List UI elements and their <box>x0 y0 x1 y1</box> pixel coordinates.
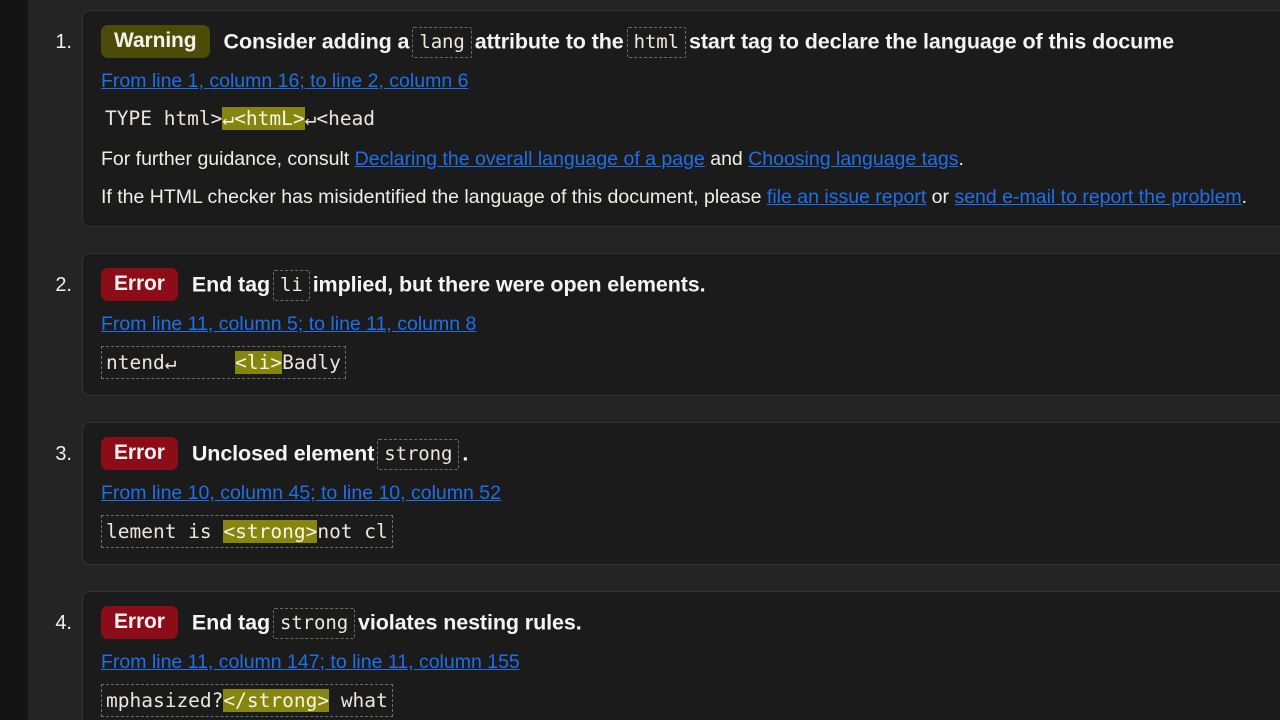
message-text-fragment: End tag <box>191 610 270 635</box>
severity-badge-error: Error <box>101 437 178 470</box>
paragraph-text: or <box>926 186 955 208</box>
paragraph-text: For further guidance, consult <box>101 148 355 170</box>
validation-message: 2. Error End tag li implied, but there were … <box>28 253 1280 396</box>
paragraph-text: If the HTML checker has misidentified th… <box>101 186 767 208</box>
message-headline: Error Unclosed element strong. <box>101 437 1268 470</box>
page-left-gutter <box>0 0 28 720</box>
inline-code-chip: strong <box>273 607 356 639</box>
validation-message: 4. Error End tag strong violates nesting rul… <box>28 591 1280 720</box>
message-text-fragment: implied, but there were open elements. <box>312 272 706 297</box>
extract-before: lement is <box>106 520 224 543</box>
severity-badge-error: Error <box>101 606 178 639</box>
message-index: 4. <box>55 612 72 634</box>
source-extract: lement is <strong>not cl <box>101 515 393 548</box>
message-text-fragment: Unclosed element <box>191 441 375 466</box>
source-location-link[interactable]: From line 11, column 147; to line 11, co… <box>101 651 520 673</box>
message-card: Error End tag li implied, but there were op… <box>82 253 1280 396</box>
inline-code-chip: li <box>273 269 310 301</box>
source-location-link[interactable]: From line 1, column 16; to line 2, colum… <box>101 70 468 92</box>
message-text-fragment: . <box>462 441 469 466</box>
message-card: Error End tag strong violates nesting rules… <box>82 591 1280 720</box>
message-headline: Error End tag li implied, but there were op… <box>101 268 1268 301</box>
source-location-line: From line 11, column 147; to line 11, co… <box>101 650 1268 674</box>
message-text-fragment: Consider adding a <box>223 29 410 54</box>
message-text-fragment: attribute to the <box>474 29 624 54</box>
source-location-link[interactable]: From line 10, column 45; to line 10, col… <box>101 482 501 504</box>
message-text-fragment: End tag <box>191 272 270 297</box>
source-location-link[interactable]: From line 11, column 5; to line 11, colu… <box>101 313 476 335</box>
message-body: For further guidance, consult Declaring … <box>101 146 1268 210</box>
message-headline: Warning Consider adding a lang attribute to… <box>101 25 1268 58</box>
guidance-link[interactable]: Declaring the overall language of a page <box>355 148 705 170</box>
source-extract: TYPE html>↵<htmL>↵<head <box>101 103 379 134</box>
source-location-line: From line 11, column 5; to line 11, colu… <box>101 312 1268 336</box>
extract-after: not cl <box>317 520 388 543</box>
extract-after: ↵<head <box>304 107 376 130</box>
source-location-line: From line 1, column 16; to line 2, colum… <box>101 69 1268 93</box>
source-extract: ntend↵ <li>Badly <box>101 346 346 379</box>
extract-after: Badly <box>282 351 341 374</box>
guidance-link[interactable]: file an issue report <box>767 186 926 208</box>
severity-badge-warning: Warning <box>101 25 210 58</box>
extract-after: what <box>329 689 388 712</box>
inline-code-chip: html <box>626 26 686 58</box>
validator-results-page: 1. Warning Consider adding a lang attribute … <box>0 0 1280 720</box>
message-paragraph: If the HTML checker has misidentified th… <box>101 184 1268 210</box>
guidance-link[interactable]: send e-mail to report the problem <box>954 186 1241 208</box>
extract-before: ntend↵ <box>106 351 236 374</box>
message-index: 1. <box>55 31 72 53</box>
message-card: Error Unclosed element strong. From line 10… <box>82 422 1280 565</box>
validation-results-pane: 1. Warning Consider adding a lang attribute … <box>28 0 1280 720</box>
extract-highlight: <li> <box>235 351 283 374</box>
message-index: 3. <box>55 443 72 465</box>
message-card: Warning Consider adding a lang attribute to… <box>82 10 1280 227</box>
paragraph-text: . <box>958 148 964 170</box>
inline-code-chip: strong <box>377 438 460 470</box>
validation-message-list: 1. Warning Consider adding a lang attribute … <box>28 10 1280 720</box>
validation-message: 1. Warning Consider adding a lang attribute … <box>28 10 1280 227</box>
source-extract: mphasized?</strong> what <box>101 684 393 717</box>
extract-highlight: </strong> <box>223 689 330 712</box>
paragraph-text: . <box>1241 186 1248 208</box>
validation-message: 3. Error Unclosed element strong. From line … <box>28 422 1280 565</box>
extract-highlight: ↵<htmL> <box>222 107 305 130</box>
message-paragraph: For further guidance, consult Declaring … <box>101 146 1268 172</box>
extract-highlight: <strong> <box>223 520 318 543</box>
paragraph-text: and <box>704 148 749 170</box>
extract-before: TYPE html> <box>105 107 223 130</box>
severity-badge-error: Error <box>101 268 178 301</box>
message-text-fragment: violates nesting rules. <box>358 610 582 635</box>
message-text-fragment: start tag to declare the language of thi… <box>688 29 1174 54</box>
extract-before: mphasized? <box>106 689 224 712</box>
guidance-link[interactable]: Choosing language tags <box>748 148 958 170</box>
source-location-line: From line 10, column 45; to line 10, col… <box>101 481 1268 505</box>
inline-code-chip: lang <box>412 26 472 58</box>
message-headline: Error End tag strong violates nesting rules… <box>101 606 1268 639</box>
message-index: 2. <box>55 274 72 296</box>
